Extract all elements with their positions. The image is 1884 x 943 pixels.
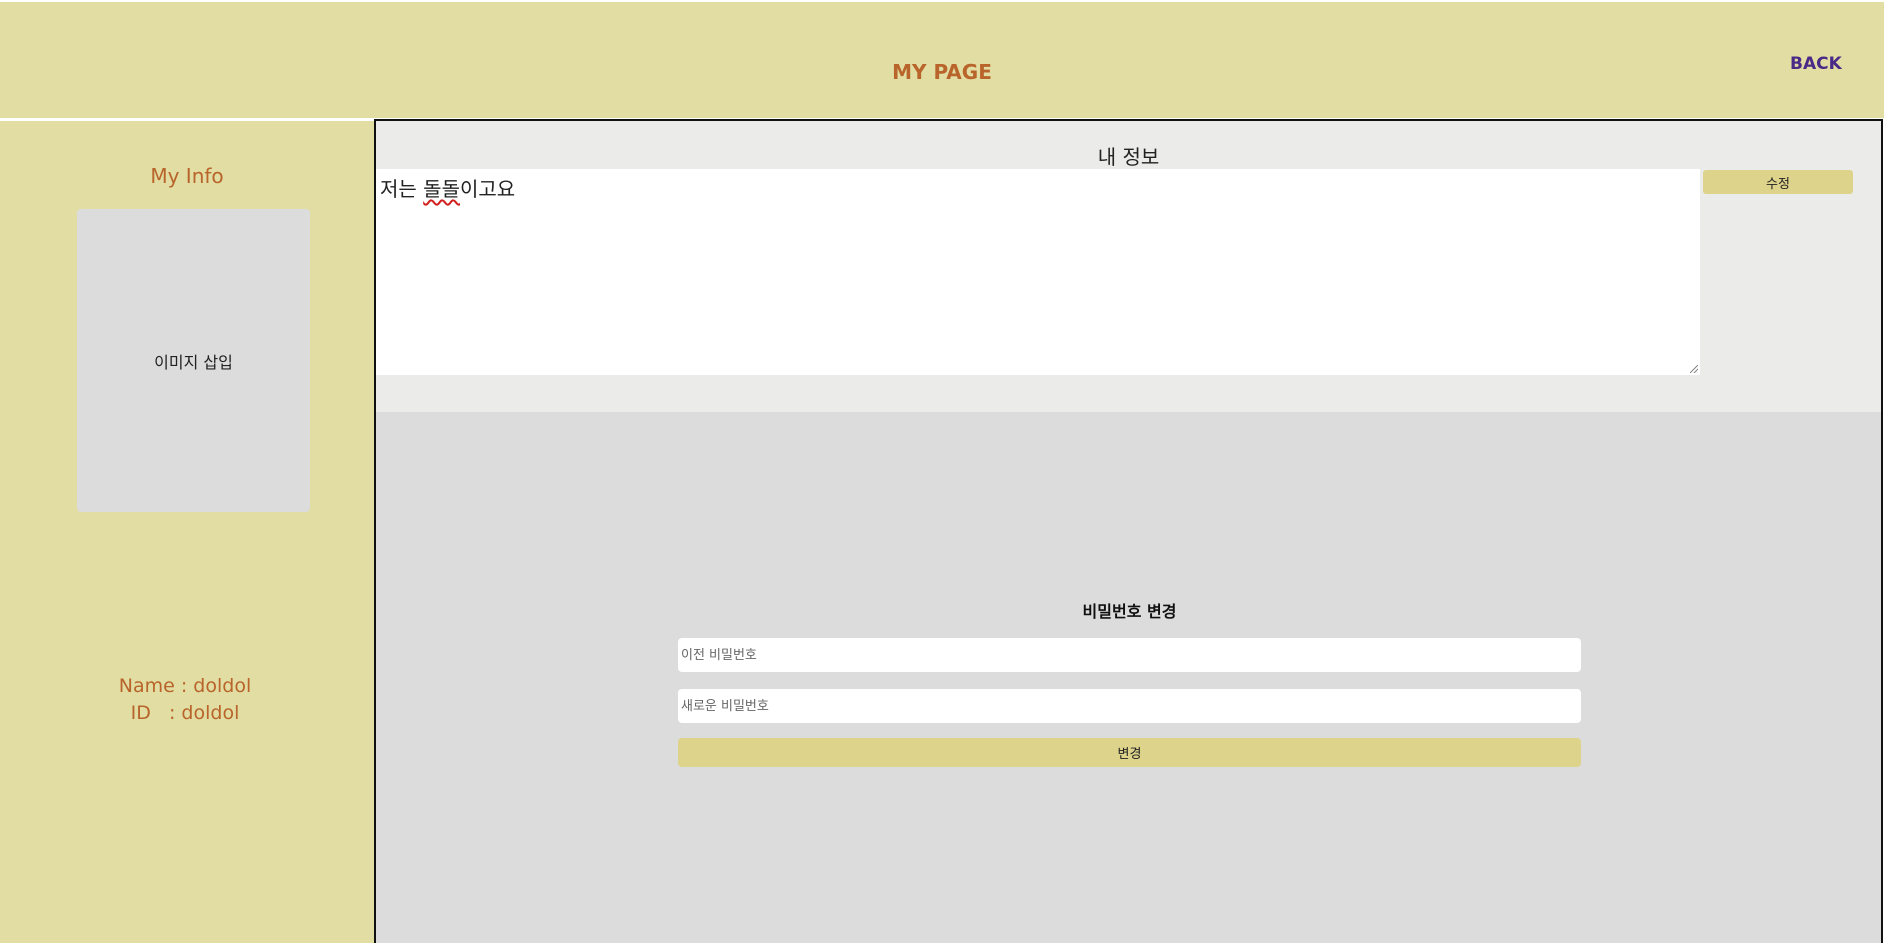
- old-password-input[interactable]: [678, 638, 1581, 672]
- bio-text-misspelled: 돌돌: [423, 177, 460, 201]
- bio-text-suffix: 이고요: [459, 177, 516, 201]
- change-password-button[interactable]: 변경: [678, 738, 1581, 767]
- page-title: MY PAGE: [892, 60, 992, 84]
- back-link[interactable]: BACK: [1790, 54, 1842, 74]
- bio-textarea[interactable]: 저는 돌돌이고요: [376, 169, 1700, 375]
- resize-handle-icon[interactable]: [1690, 365, 1698, 373]
- info-section: 내 정보 저는 돌돌이고요 수정: [376, 121, 1881, 412]
- password-change-form: 비밀번호 변경 변경: [678, 598, 1581, 767]
- bio-text-prefix: 저는: [380, 177, 424, 201]
- main-panel: 내 정보 저는 돌돌이고요 수정 비밀번호 변경 변경: [374, 119, 1883, 943]
- user-info: Name : doldol ID : doldol: [0, 673, 370, 727]
- sidebar: My Info 이미지 삽입 Name : doldol ID : doldol: [0, 121, 374, 943]
- user-name: Name : doldol: [118, 675, 252, 697]
- new-password-input[interactable]: [678, 689, 1581, 723]
- info-title: 내 정보: [1097, 145, 1160, 169]
- header: MY PAGE BACK: [0, 2, 1884, 118]
- profile-image-upload[interactable]: 이미지 삽입: [77, 209, 310, 512]
- password-section-title: 비밀번호 변경: [1082, 602, 1177, 621]
- image-placeholder-label: 이미지 삽입: [154, 352, 233, 372]
- edit-button[interactable]: 수정: [1703, 170, 1853, 194]
- sidebar-title: My Info: [150, 164, 224, 188]
- user-id: ID : doldol: [130, 702, 240, 724]
